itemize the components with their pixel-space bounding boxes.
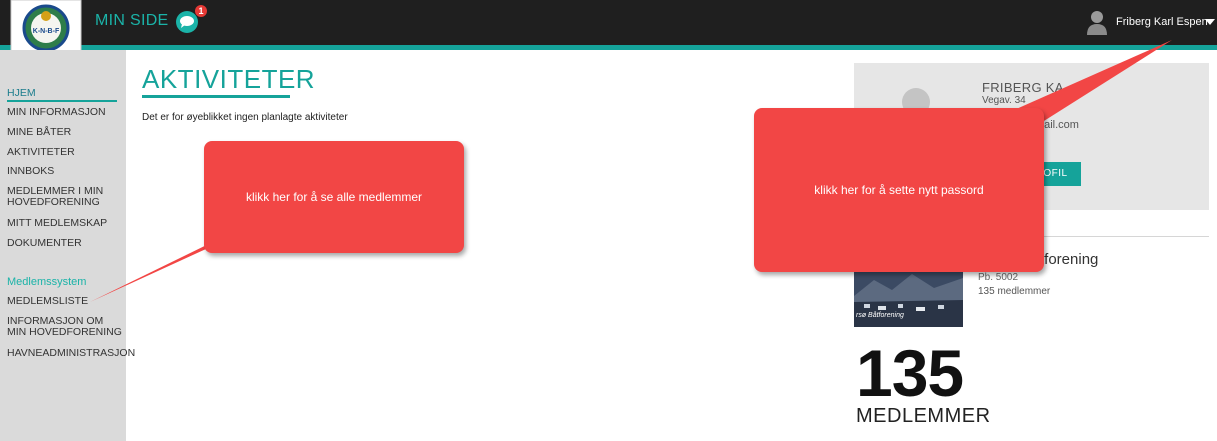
callout-left-text: klikk her for å se alle medlemmer [245, 190, 423, 204]
callout-right-text: klikk her for å sette nytt passord [814, 183, 984, 197]
callout-see-all-members: klikk her for å se alle medlemmer [204, 141, 464, 253]
callout-set-new-password: klikk her for å sette nytt passord [754, 108, 1044, 272]
